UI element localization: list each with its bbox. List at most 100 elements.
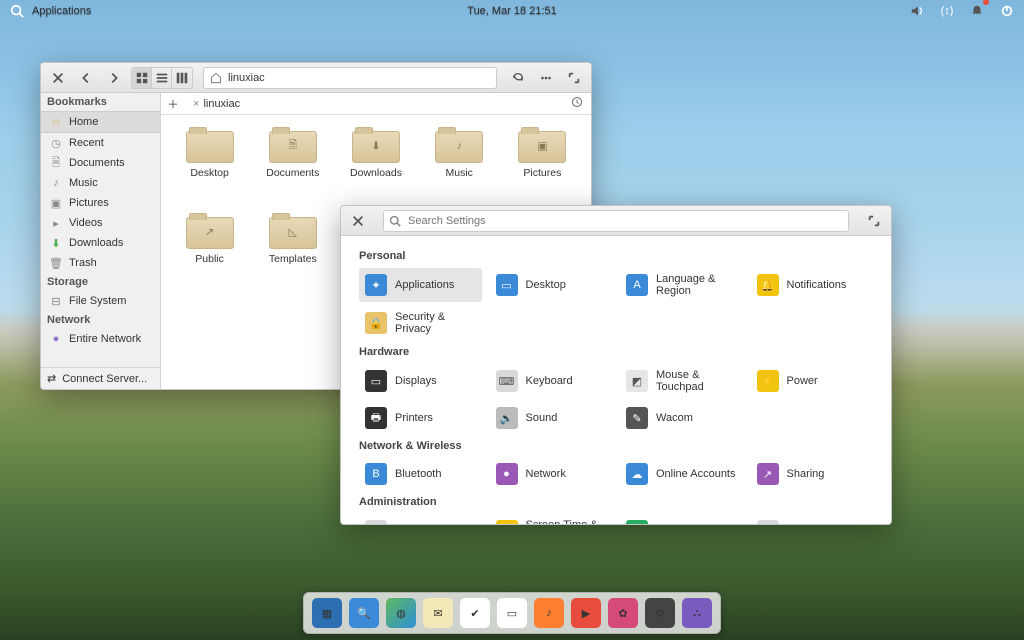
- files-close-button[interactable]: [47, 67, 69, 89]
- sidebar-item-home[interactable]: ⌂Home: [41, 111, 160, 133]
- list-icon: [155, 71, 169, 85]
- settings-item-language-region[interactable]: ALanguage & Region: [620, 268, 743, 302]
- volume-indicator[interactable]: [906, 0, 928, 22]
- applications-menu-button[interactable]: [6, 0, 28, 22]
- settings-item-printers[interactable]: 🖶Printers: [359, 402, 482, 434]
- settings-item-displays[interactable]: ▭Displays: [359, 364, 482, 398]
- files-sidebar: Bookmarks ⌂Home◷Recent🗎Documents♪Music▣P…: [41, 93, 161, 389]
- dock-web[interactable]: ◍: [386, 598, 416, 628]
- dock-files[interactable]: 🔍: [349, 598, 379, 628]
- view-list-button[interactable]: [152, 68, 172, 88]
- sidebar-item-videos[interactable]: ▸Videos: [41, 213, 160, 233]
- folder-music[interactable]: ♪ Music: [421, 127, 498, 207]
- sidebar-item-recent[interactable]: ◷Recent: [41, 133, 160, 153]
- dock-videos[interactable]: ▶: [571, 598, 601, 628]
- online-accounts-icon: ☁: [626, 463, 648, 485]
- security-privacy-icon: 🔒: [365, 312, 387, 334]
- dock-mail[interactable]: ✉: [423, 598, 453, 628]
- settings-item-screen-time-limits[interactable]: ⏱Screen Time & Limits: [490, 514, 613, 524]
- settings-item-bluetooth[interactable]: BBluetooth: [359, 458, 482, 490]
- settings-item-network[interactable]: ●Network: [490, 458, 613, 490]
- dock-photos[interactable]: ✿: [608, 598, 638, 628]
- folder-label: Music: [445, 167, 472, 179]
- settings-item-date-time[interactable]: ◷Date & Time: [359, 514, 482, 524]
- dock-calendar[interactable]: ▭: [497, 598, 527, 628]
- tab-close-button[interactable]: ×: [193, 98, 199, 110]
- settings-item-keyboard[interactable]: ⌨Keyboard: [490, 364, 613, 398]
- settings-item-applications[interactable]: ✦Applications: [359, 268, 482, 302]
- dock-settings[interactable]: ⚙: [645, 598, 675, 628]
- dock-music[interactable]: ♪: [534, 598, 564, 628]
- connect-server-button[interactable]: ⇄ Connect Server...: [41, 367, 160, 389]
- columns-icon: [175, 71, 189, 85]
- folder-label: Documents: [266, 167, 319, 179]
- tab-strip: ＋ × linuxiac: [161, 93, 591, 115]
- settings-item-sound[interactable]: 🔊Sound: [490, 402, 613, 434]
- nav-forward-button[interactable]: [103, 67, 125, 89]
- settings-item-label: Applications: [395, 279, 454, 291]
- category-title-personal: Personal: [359, 250, 873, 262]
- folder-documents[interactable]: 🗎Documents: [254, 127, 331, 207]
- settings-window: Personal✦Applications▭DesktopALanguage &…: [340, 205, 892, 525]
- settings-item-sharing[interactable]: ↗Sharing: [751, 458, 874, 490]
- folder-templates[interactable]: ◺Templates: [254, 213, 331, 293]
- nav-back-button[interactable]: [75, 67, 97, 89]
- sidebar-item-pictures[interactable]: ▣Pictures: [41, 193, 160, 213]
- panel-clock[interactable]: Tue, Mar 18 21:51: [467, 5, 556, 17]
- folder-public[interactable]: ↗Public: [171, 213, 248, 293]
- settings-item-system[interactable]: ⚙System: [620, 514, 743, 524]
- folder-label: Templates: [269, 253, 317, 265]
- folder-desktop[interactable]: Desktop: [171, 127, 248, 207]
- music-icon: ♪: [49, 176, 63, 190]
- settings-item-label: Keyboard: [526, 375, 573, 387]
- displays-icon: ▭: [365, 370, 387, 392]
- network-indicator[interactable]: (↕): [936, 0, 958, 22]
- folder-downloads[interactable]: ⬇Downloads: [337, 127, 414, 207]
- connect-icon: ⇄: [47, 372, 56, 385]
- sidebar-item-label: Downloads: [69, 237, 123, 249]
- restore-tab-button[interactable]: [571, 96, 583, 111]
- sidebar-item-downloads[interactable]: ⬇Downloads: [41, 233, 160, 253]
- dock-tasks[interactable]: ✔: [460, 598, 490, 628]
- settings-item-mouse-touchpad[interactable]: ◩Mouse & Touchpad: [620, 364, 743, 398]
- settings-item-security-privacy[interactable]: 🔒Security & Privacy: [359, 306, 482, 340]
- bluetooth-icon: B: [365, 463, 387, 485]
- settings-item-label: Desktop: [526, 279, 566, 291]
- path-bar[interactable]: linuxiac: [203, 67, 497, 89]
- settings-item-label: Printers: [395, 412, 433, 424]
- home-icon: ⌂: [49, 115, 63, 129]
- settings-search-input[interactable]: [383, 210, 849, 232]
- files-menu-button[interactable]: [535, 67, 557, 89]
- files-maximize-button[interactable]: [563, 67, 585, 89]
- sidebar-item-documents[interactable]: 🗎Documents: [41, 153, 160, 173]
- folder-label: Desktop: [190, 167, 229, 179]
- sidebar-item-entire-network[interactable]: ●Entire Network: [41, 329, 160, 349]
- settings-maximize-button[interactable]: [863, 210, 885, 232]
- new-tab-button[interactable]: ＋: [165, 96, 181, 112]
- settings-item-user-accounts[interactable]: 👥User Accounts: [751, 514, 874, 524]
- settings-close-button[interactable]: [347, 210, 369, 232]
- tab-linuxiac[interactable]: × linuxiac: [187, 96, 246, 112]
- sidebar-item-file-system[interactable]: ⊟File System: [41, 291, 160, 311]
- settings-item-power[interactable]: ⚡Power: [751, 364, 874, 398]
- session-indicator[interactable]: [996, 0, 1018, 22]
- refresh-button[interactable]: [507, 67, 529, 89]
- folder-icon: ♪: [435, 127, 483, 163]
- settings-item-desktop[interactable]: ▭Desktop: [490, 268, 613, 302]
- view-grid-button[interactable]: [132, 68, 152, 88]
- settings-item-notifications[interactable]: 🔔Notifications: [751, 268, 874, 302]
- dock: ▦🔍◍✉ ✔ ▭♪▶✿⚙⛬: [303, 592, 721, 634]
- view-column-button[interactable]: [172, 68, 192, 88]
- dock-multitasking[interactable]: ▦: [312, 598, 342, 628]
- sidebar-item-trash[interactable]: 🗑Trash: [41, 253, 160, 273]
- sidebar-item-music[interactable]: ♪Music: [41, 173, 160, 193]
- settings-item-wacom[interactable]: ✎Wacom: [620, 402, 743, 434]
- notifications-indicator[interactable]: [966, 0, 988, 22]
- tasks-icon: ✔: [470, 607, 479, 620]
- home-icon: [210, 72, 222, 84]
- settings-item-online-accounts[interactable]: ☁Online Accounts: [620, 458, 743, 490]
- folder-pictures[interactable]: ▣Pictures: [504, 127, 581, 207]
- folder-icon: [186, 127, 234, 163]
- applications-label[interactable]: Applications: [32, 5, 91, 17]
- dock-appcenter[interactable]: ⛬: [682, 598, 712, 628]
